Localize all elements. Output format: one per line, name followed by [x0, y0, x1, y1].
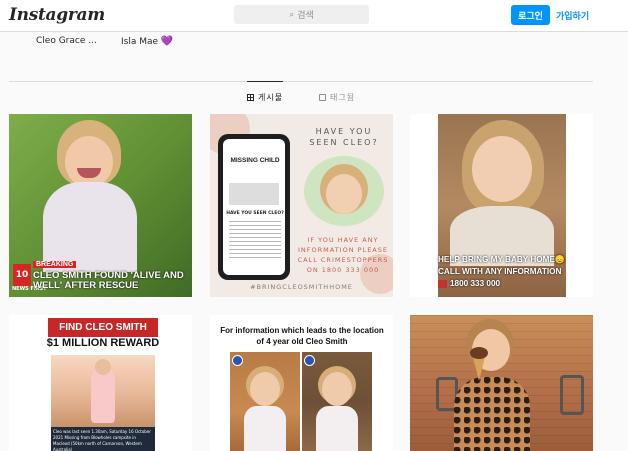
phone-subtitle: HAVE YOU SEEN CLEO?	[226, 211, 284, 216]
highlight-label: Cleo Grace ...	[36, 36, 97, 46]
tab-posts[interactable]: 게시물	[247, 92, 283, 103]
profile-tabs: 게시물 태그됨	[0, 81, 628, 109]
search-icon: ⌕	[289, 9, 295, 20]
ice-cream-scoop	[470, 347, 488, 359]
tab-label: 태그됨	[330, 93, 356, 102]
grid-icon	[247, 94, 254, 101]
post-thumbnail-1[interactable]: 10 NEWS FIRST BREAKING CLEO SMITH FOUND …	[9, 114, 192, 297]
breaking-banner: BREAKING	[33, 261, 77, 268]
search-input[interactable]: ⌕ 검색	[234, 5, 369, 24]
purple-heart-icon: 💜	[160, 36, 174, 47]
poster-caption: Cleo was last seen 1.30am, Saturday 16 O…	[51, 427, 155, 451]
phone-number: 1800 333 000	[450, 279, 501, 288]
tab-label: 게시물	[258, 93, 284, 102]
news-headline: CLEO SMITH FOUND 'ALIVE AND WELL' AFTER …	[33, 270, 184, 291]
post-thumbnail-4[interactable]: FIND CLEO SMITH $1 MILLION REWARD Cleo w…	[9, 315, 192, 451]
appeal-text: HELP BRING MY BABY HOME😞 CALL WITH ANY I…	[438, 254, 566, 290]
tag-icon	[319, 94, 326, 101]
tab-tagged[interactable]: 태그됨	[319, 92, 355, 103]
signup-link[interactable]: 가입하기	[556, 9, 589, 22]
highlight-isla-mae[interactable]: Isla Mae 💜	[121, 36, 173, 47]
poster-info-text: IF YOU HAVE ANY INFORMATION PLEASE CALL …	[297, 236, 389, 274]
find-banner: FIND CLEO SMITH	[48, 318, 158, 337]
login-button[interactable]: 로그인	[511, 5, 550, 25]
highlight-label: Isla Mae	[121, 37, 159, 47]
missing-child-title: MISSING CHILD	[230, 157, 280, 164]
child-photo	[39, 120, 139, 272]
chair	[560, 375, 584, 415]
appeal-line-1: HELP BRING MY BABY HOME😞	[438, 255, 566, 264]
child-photo-left	[230, 352, 300, 451]
reward-text: $1 MILLION REWARD	[46, 337, 160, 349]
child-photo	[51, 355, 155, 427]
child-body	[454, 377, 530, 451]
post-thumbnail-3[interactable]: HELP BRING MY BABY HOME😞 CALL WITH ANY I…	[410, 114, 593, 297]
poster-photos	[229, 183, 279, 205]
channel-logo: 10	[13, 264, 31, 286]
active-tab-indicator	[247, 81, 283, 82]
highlight-cleo-grace[interactable]: Cleo Grace ...	[36, 36, 97, 46]
appeal-line-2: CALL WITH ANY INFORMATION	[438, 267, 562, 276]
story-highlights: Cleo Grace ... Isla Mae 💜	[0, 36, 628, 52]
poster-details	[229, 221, 281, 261]
post-thumbnail-5[interactable]: For information which leads to the locat…	[210, 315, 393, 451]
phone-graphic: MISSING CHILD HAVE YOU SEEN CLEO?	[218, 134, 290, 280]
post-thumbnail-6[interactable]	[410, 315, 593, 451]
appeal-phone: 1800 333 000	[438, 278, 566, 290]
police-appeal-text: For information which leads to the locat…	[220, 326, 384, 346]
police-badge-icon	[232, 355, 243, 366]
phone-icon	[438, 280, 447, 288]
child-photo	[304, 156, 384, 226]
child-photo-right	[302, 352, 372, 451]
police-badge-icon	[304, 355, 315, 366]
poster-hashtag: #BRINGCLEOSMITHHOME	[250, 283, 353, 291]
poster-heading: HAVE YOU SEEN CLEO?	[309, 127, 379, 147]
post-thumbnail-2[interactable]: MISSING CHILD HAVE YOU SEEN CLEO? HAVE Y…	[210, 114, 393, 297]
instagram-logo[interactable]: Instagram	[9, 5, 105, 25]
search-placeholder: 검색	[297, 11, 314, 21]
top-navigation-bar: Instagram ⌕ 검색 로그인 가입하기	[0, 0, 628, 32]
